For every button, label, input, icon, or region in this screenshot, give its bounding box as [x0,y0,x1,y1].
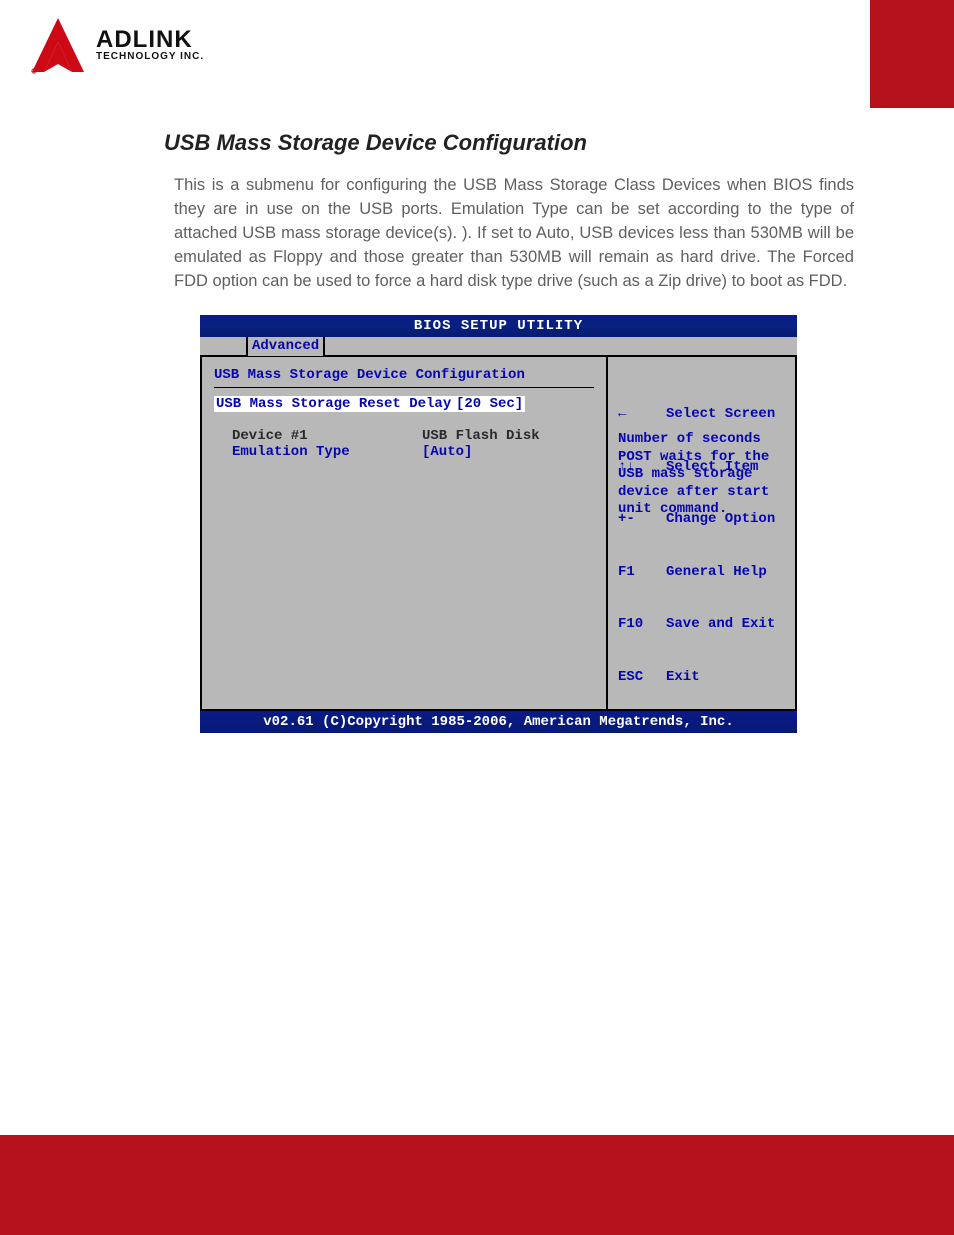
page-footer-band [0,1135,954,1235]
device-value: USB Flash Disk [422,428,540,444]
bios-title-bar: BIOS SETUP UTILITY [200,315,797,337]
key-row: F10Save and Exit [618,616,775,634]
bios-row-emulation-type[interactable]: Emulation Type [Auto] [214,444,594,460]
emulation-type-label: Emulation Type [214,444,422,460]
device-label: Device #1 [214,428,422,444]
bios-key-legend: ←Select Screen ↑↓Select Item +-Change Op… [618,371,775,721]
bios-row-reset-delay[interactable]: USB Mass Storage Reset Delay [20 Sec] [214,396,594,412]
reset-delay-label: USB Mass Storage Reset Delay [214,396,454,412]
bios-row-device: Device #1 USB Flash Disk [214,428,594,444]
brand-name: ADLINK [96,28,204,52]
key-row: ←Select Screen [618,406,775,424]
emulation-type-value: [Auto] [422,444,472,460]
key-row: ↑↓Select Item [618,459,775,477]
bios-tab-row: Advanced [200,337,797,357]
section-title: USB Mass Storage Device Configuration [164,130,854,156]
key-row: +-Change Option [618,511,775,529]
key-row: F1General Help [618,564,775,582]
bios-tab-advanced[interactable]: Advanced [246,337,325,356]
brand-subtitle: TECHNOLOGY INC. [96,52,204,62]
reset-delay-value: [20 Sec] [454,396,525,412]
brand-logo: R ADLINK TECHNOLOGY INC. [28,16,204,74]
bios-setup-screenshot: BIOS SETUP UTILITY Advanced USB Mass Sto… [200,315,797,733]
bios-menu-heading: USB Mass Storage Device Configuration [214,367,594,383]
adlink-triangle-icon: R [28,16,88,74]
content-block: USB Mass Storage Device Configuration Th… [164,130,854,294]
key-row: ESCExit [618,669,775,687]
section-body-text: This is a submenu for configuring the US… [164,174,854,294]
divider [214,387,594,388]
header-accent-band [870,0,954,108]
bios-help-panel: Number of seconds POST waits for the USB… [608,357,795,709]
bios-main-panel: USB Mass Storage Device Configuration US… [202,357,608,709]
